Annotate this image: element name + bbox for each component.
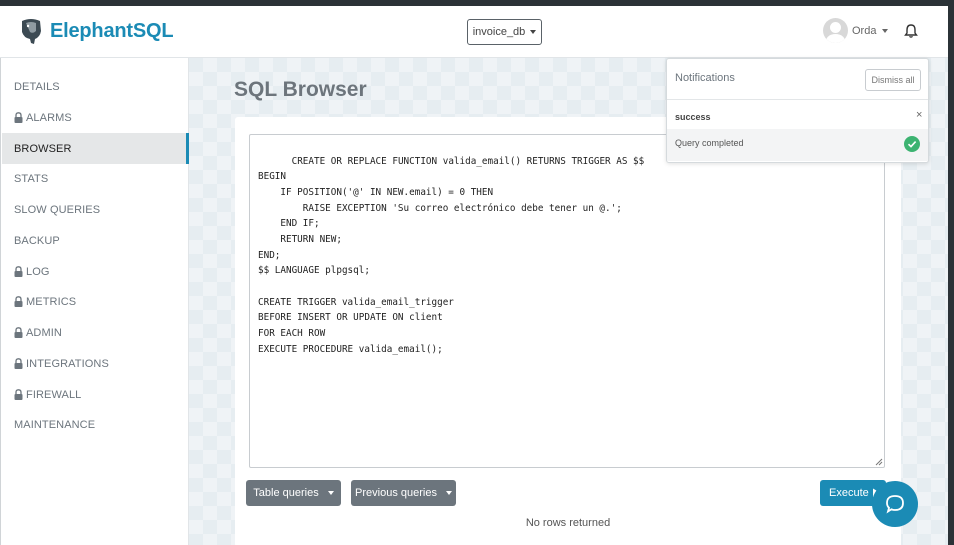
window-edge: [948, 0, 954, 545]
bell-icon[interactable]: [903, 23, 919, 39]
lock-icon: [14, 358, 23, 369]
database-name: invoice_db: [472, 26, 526, 38]
sidebar-item-log[interactable]: LOG: [2, 256, 189, 287]
sidebar-item-details[interactable]: DETAILS: [2, 71, 189, 102]
chevron-down-icon: [882, 28, 889, 33]
sidebar-item-alarms[interactable]: ALARMS: [2, 102, 189, 133]
sidebar-item-maintenance[interactable]: MAINTENANCE: [2, 409, 189, 440]
result-status: No rows returned: [525, 517, 611, 529]
query-card: CREATE OR REPLACE FUNCTION valida_email(…: [235, 117, 901, 545]
execute-label: Execute: [829, 487, 869, 499]
success-check-icon: [904, 136, 920, 152]
previous-queries-button[interactable]: Previous queries: [351, 480, 456, 506]
sidebar-item-label: BACKUP: [14, 234, 60, 247]
user-name: Orda: [852, 24, 877, 37]
lock-icon: [14, 327, 23, 338]
table-queries-label: Table queries: [253, 487, 319, 499]
sidebar-item-label: FIREWALL: [26, 388, 82, 401]
sidebar-item-label: METRICS: [26, 295, 77, 308]
help-chat-button[interactable]: [872, 481, 918, 527]
notifications-title: Notifications: [675, 72, 735, 84]
sidebar-item-integrations[interactable]: INTEGRATIONS: [2, 348, 189, 379]
sidebar-item-label: INTEGRATIONS: [26, 357, 109, 370]
lock-icon: [14, 266, 23, 277]
notification-type: success: [675, 112, 711, 122]
sidebar-item-label: STATS: [14, 172, 49, 185]
sidebar-item-label: DETAILS: [14, 80, 60, 93]
sql-query-text: CREATE OR REPLACE FUNCTION valida_email(…: [258, 155, 645, 355]
sidebar-item-metrics[interactable]: METRICS: [2, 286, 189, 317]
sidebar-item-label: LOG: [26, 265, 50, 278]
user-menu[interactable]: Orda: [823, 18, 889, 43]
sidebar: DETAILS ALARMS BROWSER STATS SLOW QUERIE…: [0, 58, 189, 545]
sidebar-item-backup[interactable]: BACKUP: [2, 225, 189, 256]
notification-message: Query completed: [675, 138, 744, 148]
resize-handle-icon[interactable]: [875, 458, 883, 466]
sidebar-item-label: SLOW QUERIES: [14, 203, 101, 216]
sidebar-item-label: ADMIN: [26, 326, 62, 339]
sidebar-item-admin[interactable]: ADMIN: [2, 317, 189, 348]
lock-icon: [14, 112, 23, 123]
app-name: ElephantSQL: [50, 19, 174, 42]
sidebar-item-firewall[interactable]: FIREWALL: [2, 379, 189, 410]
sidebar-item-label: ALARMS: [26, 111, 72, 124]
chevron-down-icon: [327, 491, 334, 495]
dismiss-all-button[interactable]: Dismiss all: [865, 69, 921, 91]
elephant-logo-icon: [22, 19, 41, 44]
lock-icon: [14, 389, 23, 400]
header: ElephantSQL invoice_db Orda: [0, 6, 948, 58]
notifications-header: Notifications Dismiss all: [667, 59, 928, 100]
chevron-down-icon: [445, 491, 452, 495]
sidebar-item-label: BROWSER: [14, 142, 72, 155]
chat-bubble-icon: [886, 495, 904, 514]
database-selector[interactable]: invoice_db: [467, 19, 542, 45]
sidebar-item-slow-queries[interactable]: SLOW QUERIES: [2, 194, 189, 225]
close-icon[interactable]: ×: [916, 109, 922, 121]
sidebar-item-stats[interactable]: STATS: [2, 163, 189, 194]
chevron-down-icon: [530, 30, 537, 34]
page-title: SQL Browser: [234, 78, 367, 101]
notification-item: Query completed: [667, 129, 928, 161]
previous-queries-label: Previous queries: [355, 487, 437, 499]
sidebar-item-browser[interactable]: BROWSER: [2, 133, 189, 164]
lock-icon: [14, 296, 23, 307]
notifications-panel: Notifications Dismiss all success × Quer…: [666, 58, 929, 163]
logo[interactable]: ElephantSQL: [18, 17, 174, 45]
sql-editor[interactable]: CREATE OR REPLACE FUNCTION valida_email(…: [249, 134, 885, 468]
sidebar-item-label: MAINTENANCE: [14, 418, 96, 431]
table-queries-button[interactable]: Table queries: [246, 480, 341, 506]
avatar: [823, 18, 848, 43]
